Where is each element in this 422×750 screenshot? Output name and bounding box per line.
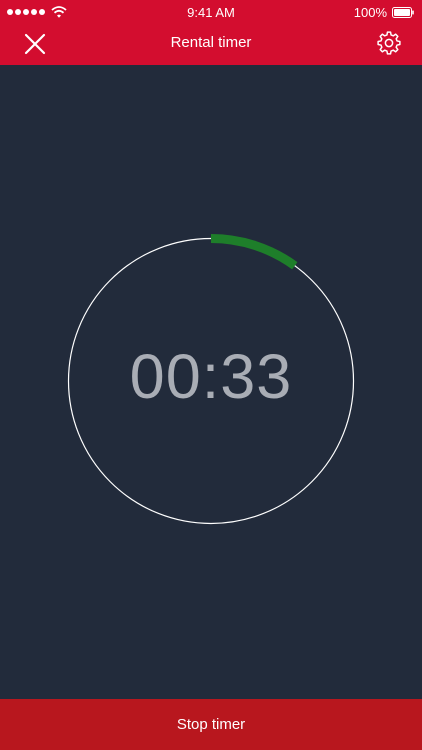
- gear-icon[interactable]: [376, 30, 402, 56]
- stop-timer-button[interactable]: Stop timer: [0, 699, 422, 750]
- battery-icon: [392, 7, 414, 18]
- top-bar: 9:41 AM 100% Rental timer: [0, 0, 422, 65]
- nav-bar: Rental timer: [0, 22, 422, 65]
- timer-progress-arc: [210, 234, 298, 270]
- battery-percent: 100%: [353, 5, 387, 20]
- page-title: Rental timer: [170, 34, 252, 51]
- timer-display: 00:33: [129, 342, 293, 412]
